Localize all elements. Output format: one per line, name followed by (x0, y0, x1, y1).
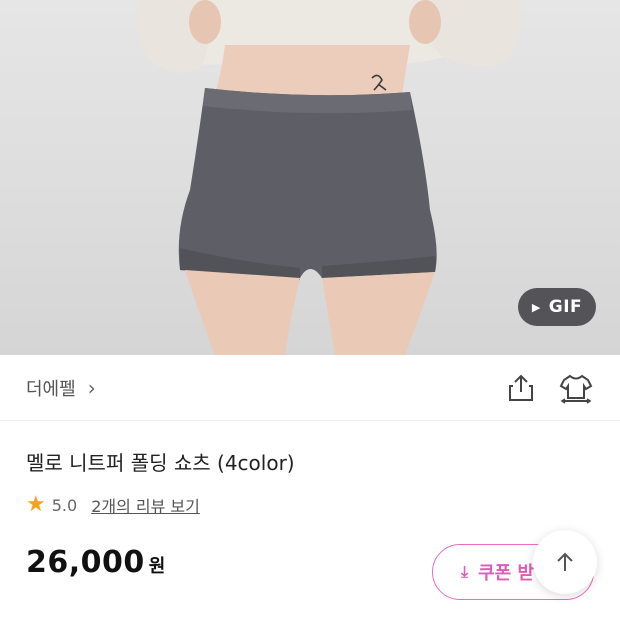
brand-link[interactable]: 더에펠 › (26, 375, 96, 401)
product-title: 멜로 니트퍼 폴딩 쇼츠 (4color) (26, 451, 295, 475)
scroll-top-button[interactable] (533, 530, 597, 594)
rating-score: 5.0 (51, 495, 78, 515)
arrow-up-icon (557, 552, 573, 571)
price-currency: 원 (148, 556, 166, 577)
review-link[interactable]: 2개의 리뷰 보기 (91, 493, 200, 517)
play-icon: ▶ (531, 300, 541, 314)
coupon-label: 쿠폰 받 (478, 563, 535, 584)
rating-row: ★ 5.0 2개의 리뷰 보기 (26, 493, 200, 517)
clothes-icon[interactable] (558, 372, 594, 404)
product-image[interactable]: ▶ GIF (0, 0, 620, 355)
brand-name: 더에펠 (26, 379, 76, 400)
price-amount: 26,000 (26, 545, 145, 580)
price: 26,000 원 (26, 545, 165, 580)
star-icon: ★ (26, 492, 46, 517)
download-icon: ⤓ (461, 562, 469, 581)
brand-row: 더에펠 › (0, 355, 620, 421)
gif-label: GIF (548, 297, 583, 317)
chevron-right-icon: › (87, 376, 96, 400)
gif-badge[interactable]: ▶ GIF (518, 288, 596, 326)
share-icon[interactable] (505, 372, 537, 404)
